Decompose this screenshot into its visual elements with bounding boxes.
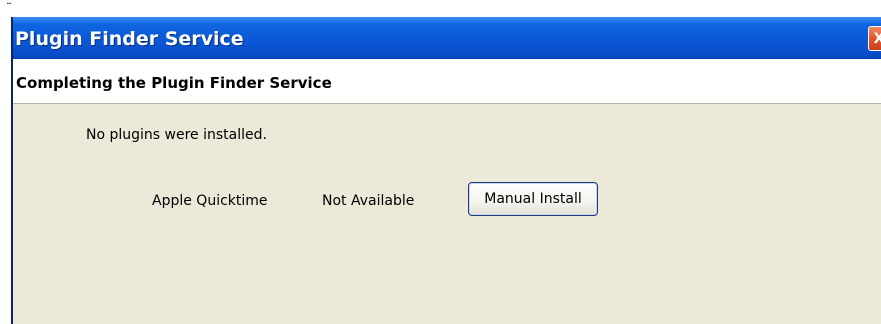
- wizard-page-title: Completing the Plugin Finder Service: [16, 74, 332, 92]
- plugin-finder-dialog: Plugin Finder Service X Completing the P…: [11, 17, 881, 324]
- manual-install-button[interactable]: Manual Install: [468, 182, 598, 216]
- wizard-header: Completing the Plugin Finder Service: [13, 59, 881, 104]
- close-icon: X: [874, 31, 881, 47]
- plugin-status: Not Available: [322, 193, 415, 209]
- screen: ̈ Plugin Finder Service X Completing the…: [0, 0, 881, 324]
- window-title: Plugin Finder Service: [15, 28, 244, 50]
- plugin-name: Apple Quicktime: [152, 193, 268, 209]
- result-message: No plugins were installed.: [86, 127, 267, 143]
- close-button[interactable]: X: [868, 26, 881, 51]
- title-bar[interactable]: Plugin Finder Service X: [13, 17, 881, 59]
